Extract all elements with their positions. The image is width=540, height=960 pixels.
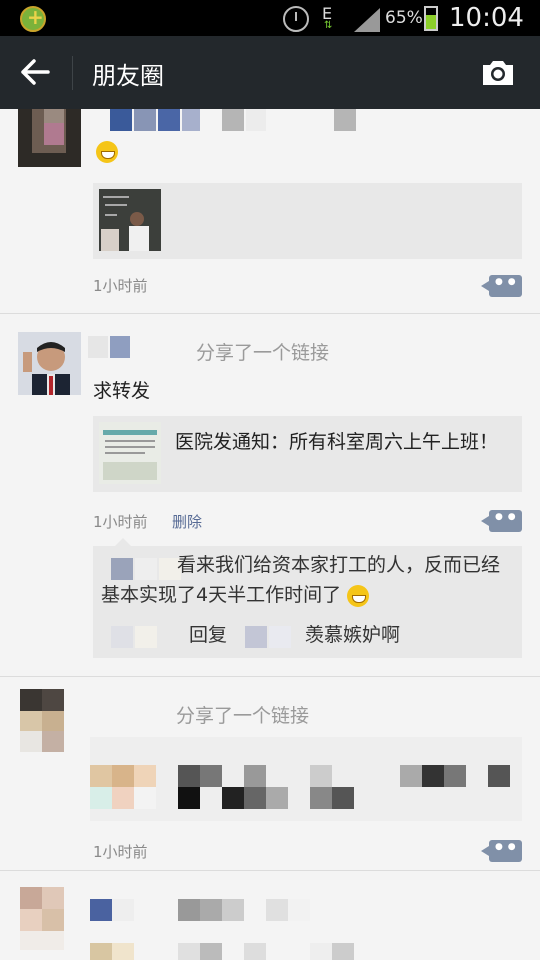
comment-button[interactable]	[481, 510, 522, 532]
title-bar: 朋友圈	[0, 36, 540, 109]
blurred-content	[90, 899, 354, 960]
battery-icon	[424, 6, 438, 31]
share-label: 分享了一个链接	[196, 342, 330, 364]
comment-button[interactable]	[481, 840, 522, 862]
link-title: 医院发通知：所有科室周六上午上班！	[175, 431, 499, 453]
blurred-name	[90, 109, 380, 133]
camera-icon[interactable]	[480, 58, 516, 88]
avatar[interactable]	[18, 109, 81, 167]
comment-body: 看来我们给资本家打工的人，反而已经基本实现了4天半工作时间了	[101, 554, 501, 606]
post-time: 1小时前	[93, 843, 148, 861]
moment-post: 分享了一个链接 1小时前	[0, 677, 540, 871]
reply-label: 回复	[189, 624, 228, 646]
moment-post	[0, 871, 540, 960]
moments-feed[interactable]: 1小时前 分享了一个链接 求转发	[0, 109, 540, 960]
comment-text: 看来我们给资本家打工的人，反而已经基本实现了4天半工作时间了	[101, 550, 515, 610]
comment-body: 羡慕嫉妒啊	[305, 624, 401, 646]
battery-percent: 65%	[385, 8, 423, 28]
status-bar: E ⇅ 65% 10:04	[0, 0, 540, 36]
moment-post: 1小时前	[0, 109, 540, 314]
grin-emoji-icon	[347, 584, 370, 607]
blurred-reply-target	[245, 626, 291, 648]
title-divider	[72, 56, 73, 90]
app-icon	[20, 5, 46, 32]
blurred-content	[90, 737, 522, 821]
moment-post: 分享了一个链接 求转发 医院发通知：所有科室周六上午上班！ 1小时前 删除 看来…	[0, 314, 540, 677]
delete-link[interactable]: 删除	[172, 511, 202, 532]
blurred-commenter-name	[111, 626, 157, 648]
clock: 10:04	[449, 3, 524, 33]
smile-emoji-icon	[96, 141, 118, 163]
image-card[interactable]	[93, 183, 522, 259]
comments-box: 看来我们给资本家打工的人，反而已经基本实现了4天半工作时间了 回复 羡慕嫉妒啊	[93, 538, 522, 658]
post-text: 求转发	[93, 380, 151, 402]
page-title: 朋友圈	[92, 62, 164, 90]
back-arrow-icon[interactable]	[20, 58, 50, 86]
alarm-icon	[283, 6, 309, 32]
avatar[interactable]	[18, 887, 81, 950]
comment-button[interactable]	[481, 275, 522, 297]
chalkboard-thumbnail	[99, 189, 161, 251]
share-label: 分享了一个链接	[176, 705, 310, 727]
data-activity-icon: ⇅	[324, 20, 333, 31]
signal-icon	[354, 8, 380, 32]
avatar[interactable]	[18, 689, 81, 752]
blurred-name	[88, 334, 188, 360]
post-time: 1小时前	[93, 277, 148, 295]
link-thumbnail	[99, 422, 161, 484]
post-time: 1小时前	[93, 513, 148, 531]
avatar[interactable]	[18, 332, 81, 395]
shared-link-card[interactable]: 医院发通知：所有科室周六上午上班！	[93, 416, 522, 492]
